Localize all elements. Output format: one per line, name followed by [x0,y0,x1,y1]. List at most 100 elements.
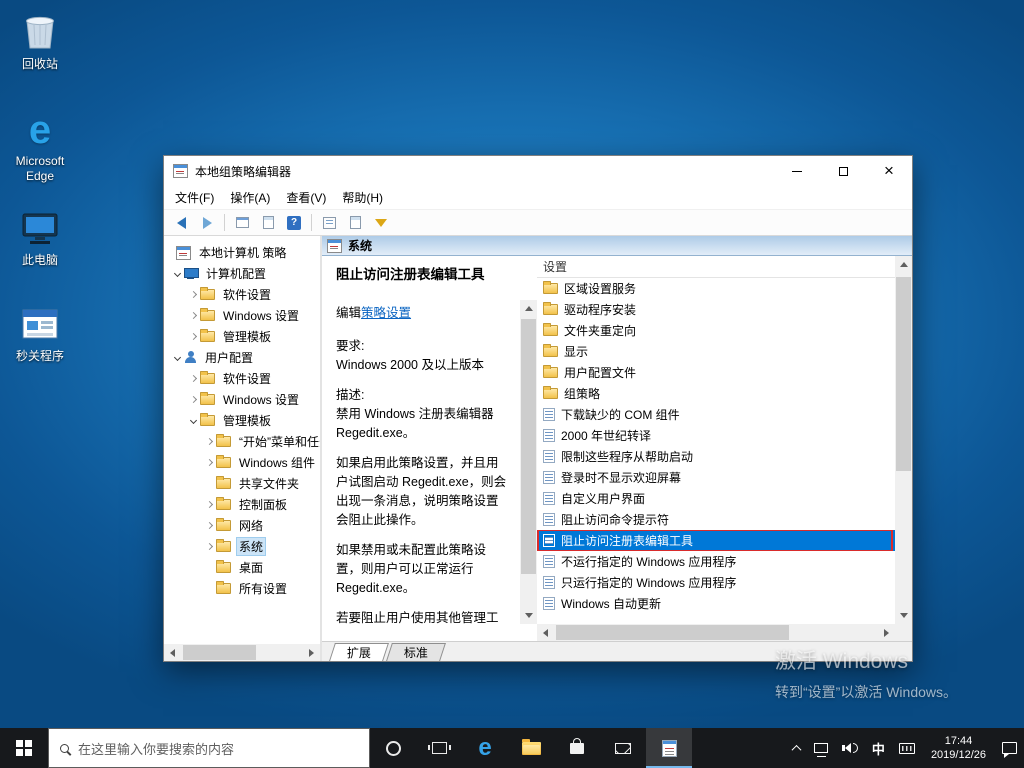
setting-row[interactable]: 用户配置文件 [537,362,895,383]
show-console-tree-button[interactable] [230,212,254,234]
file-explorer-button[interactable] [508,728,554,768]
help-button[interactable]: ? [282,212,306,234]
menu-action[interactable]: 操作(A) [222,186,278,209]
minimize-button[interactable] [774,156,820,186]
tree-item-start-menu-taskbar[interactable]: “开始”菜单和任务栏 [164,431,320,452]
network-button[interactable] [807,728,835,768]
scrollbar-track[interactable] [554,624,878,641]
chevron-down-icon[interactable] [188,416,198,425]
detail-vertical-scrollbar[interactable] [520,256,537,624]
tree-item-desktop[interactable]: 桌面 [164,557,320,578]
menu-view[interactable]: 查看(V) [278,186,334,209]
touch-keyboard-button[interactable] [892,728,922,768]
setting-row[interactable]: 2000 年世纪转译 [537,425,895,446]
tree-item-software-settings[interactable]: 软件设置 [164,284,320,305]
setting-row[interactable]: 自定义用户界面 [537,488,895,509]
volume-button[interactable] [835,728,865,768]
setting-row[interactable]: 只运行指定的 Windows 应用程序 [537,572,895,593]
scrollbar-track[interactable] [520,317,537,607]
scroll-down-button[interactable] [520,607,537,624]
scrollbar-track[interactable] [181,644,303,661]
edit-policy-link[interactable]: 策略设置 [361,306,411,320]
window-titlebar[interactable]: 本地组策略编辑器 × [164,156,912,186]
close-button[interactable]: × [866,156,912,186]
chevron-right-icon[interactable] [204,500,214,509]
chevron-right-icon[interactable] [188,374,198,383]
scroll-up-button[interactable] [895,256,912,273]
clock[interactable]: 17:44 2019/12/26 [922,734,995,762]
scroll-up-button[interactable] [520,300,537,317]
setting-row[interactable]: 文件夹重定向 [537,320,895,341]
tree-horizontal-scrollbar[interactable] [164,644,320,661]
tray-overflow-button[interactable] [786,728,807,768]
setting-row[interactable]: 限制这些程序从帮助启动 [537,446,895,467]
chevron-right-icon[interactable] [204,458,214,467]
setting-row[interactable]: 不运行指定的 Windows 应用程序 [537,551,895,572]
mail-button[interactable] [600,728,646,768]
tree-item-windows-components[interactable]: Windows 组件 [164,452,320,473]
setting-row[interactable]: 阻止访问命令提示符 [537,509,895,530]
chevron-right-icon[interactable] [188,290,198,299]
tree-item-admin-templates-user[interactable]: 管理模板 [164,410,320,431]
scrollbar-thumb[interactable] [896,277,911,471]
taskbar-edge-button[interactable]: e [462,728,508,768]
chevron-right-icon[interactable] [188,332,198,341]
tree-item-all-settings[interactable]: 所有设置 [164,578,320,599]
task-view-button[interactable] [416,728,462,768]
scroll-left-button[interactable] [164,644,181,661]
tree-item-user-config[interactable]: 用户配置 [164,347,320,368]
tree-item-control-panel[interactable]: 控制面板 [164,494,320,515]
export-list-button[interactable] [256,212,280,234]
tree-item-windows-settings-user[interactable]: Windows 设置 [164,389,320,410]
tab-extended[interactable]: 扩展 [329,643,389,661]
setting-row[interactable]: 下载缺少的 COM 组件 [537,404,895,425]
forward-button[interactable] [195,212,219,234]
properties-button[interactable] [317,212,341,234]
chevron-down-icon[interactable] [172,269,182,278]
chevron-right-icon[interactable] [188,395,198,404]
gpedit-taskbar-button[interactable] [646,728,692,768]
tree-item-admin-templates[interactable]: 管理模板 [164,326,320,347]
desktop-icon-app[interactable]: 秒关程序 [2,308,78,364]
list-vertical-scrollbar[interactable] [895,256,912,624]
setting-row[interactable]: 登录时不显示欢迎屏幕 [537,467,895,488]
action-center-button[interactable] [995,728,1024,768]
tree-item-network[interactable]: 网络 [164,515,320,536]
scrollbar-track[interactable] [895,273,912,607]
maximize-button[interactable] [820,156,866,186]
scroll-right-button[interactable] [878,624,895,641]
setting-row[interactable]: 驱动程序安装 [537,299,895,320]
scroll-right-button[interactable] [303,644,320,661]
setting-row[interactable]: 显示 [537,341,895,362]
chevron-right-icon[interactable] [188,311,198,320]
settings-column-header[interactable]: 设置 [537,256,895,278]
back-button[interactable] [169,212,193,234]
setting-row-selected[interactable]: 阻止访问注册表编辑工具 [537,530,895,551]
tab-standard[interactable]: 标准 [386,643,446,661]
cortana-button[interactable] [370,728,416,768]
chevron-right-icon[interactable] [204,437,214,446]
taskbar-search-box[interactable]: 在这里输入你要搜索的内容 [48,728,370,768]
scrollbar-thumb[interactable] [183,645,257,660]
tree-item-windows-settings[interactable]: Windows 设置 [164,305,320,326]
scrollbar-thumb[interactable] [521,319,536,575]
tree-item-local-policy[interactable]: 本地计算机 策略 [164,242,320,263]
setting-row[interactable]: Windows 自动更新 [537,593,895,614]
setting-row[interactable]: 组策略 [537,383,895,404]
menu-help[interactable]: 帮助(H) [334,186,391,209]
tree-item-system[interactable]: 系统 [164,536,320,557]
desktop-icon-edge[interactable]: e Microsoft Edge [2,110,78,184]
menu-file[interactable]: 文件(F) [167,186,222,209]
chevron-right-icon[interactable] [204,521,214,530]
scroll-down-button[interactable] [895,607,912,624]
start-button[interactable] [0,728,48,768]
filter-button[interactable] [369,212,393,234]
tree-item-software-settings-user[interactable]: 软件设置 [164,368,320,389]
list-horizontal-scrollbar[interactable] [537,624,895,641]
chevron-down-icon[interactable] [172,353,182,362]
scroll-left-button[interactable] [537,624,554,641]
scrollbar-thumb[interactable] [556,625,790,640]
tree-item-shared-folders[interactable]: 共享文件夹 [164,473,320,494]
store-button[interactable] [554,728,600,768]
chevron-right-icon[interactable] [204,542,214,551]
